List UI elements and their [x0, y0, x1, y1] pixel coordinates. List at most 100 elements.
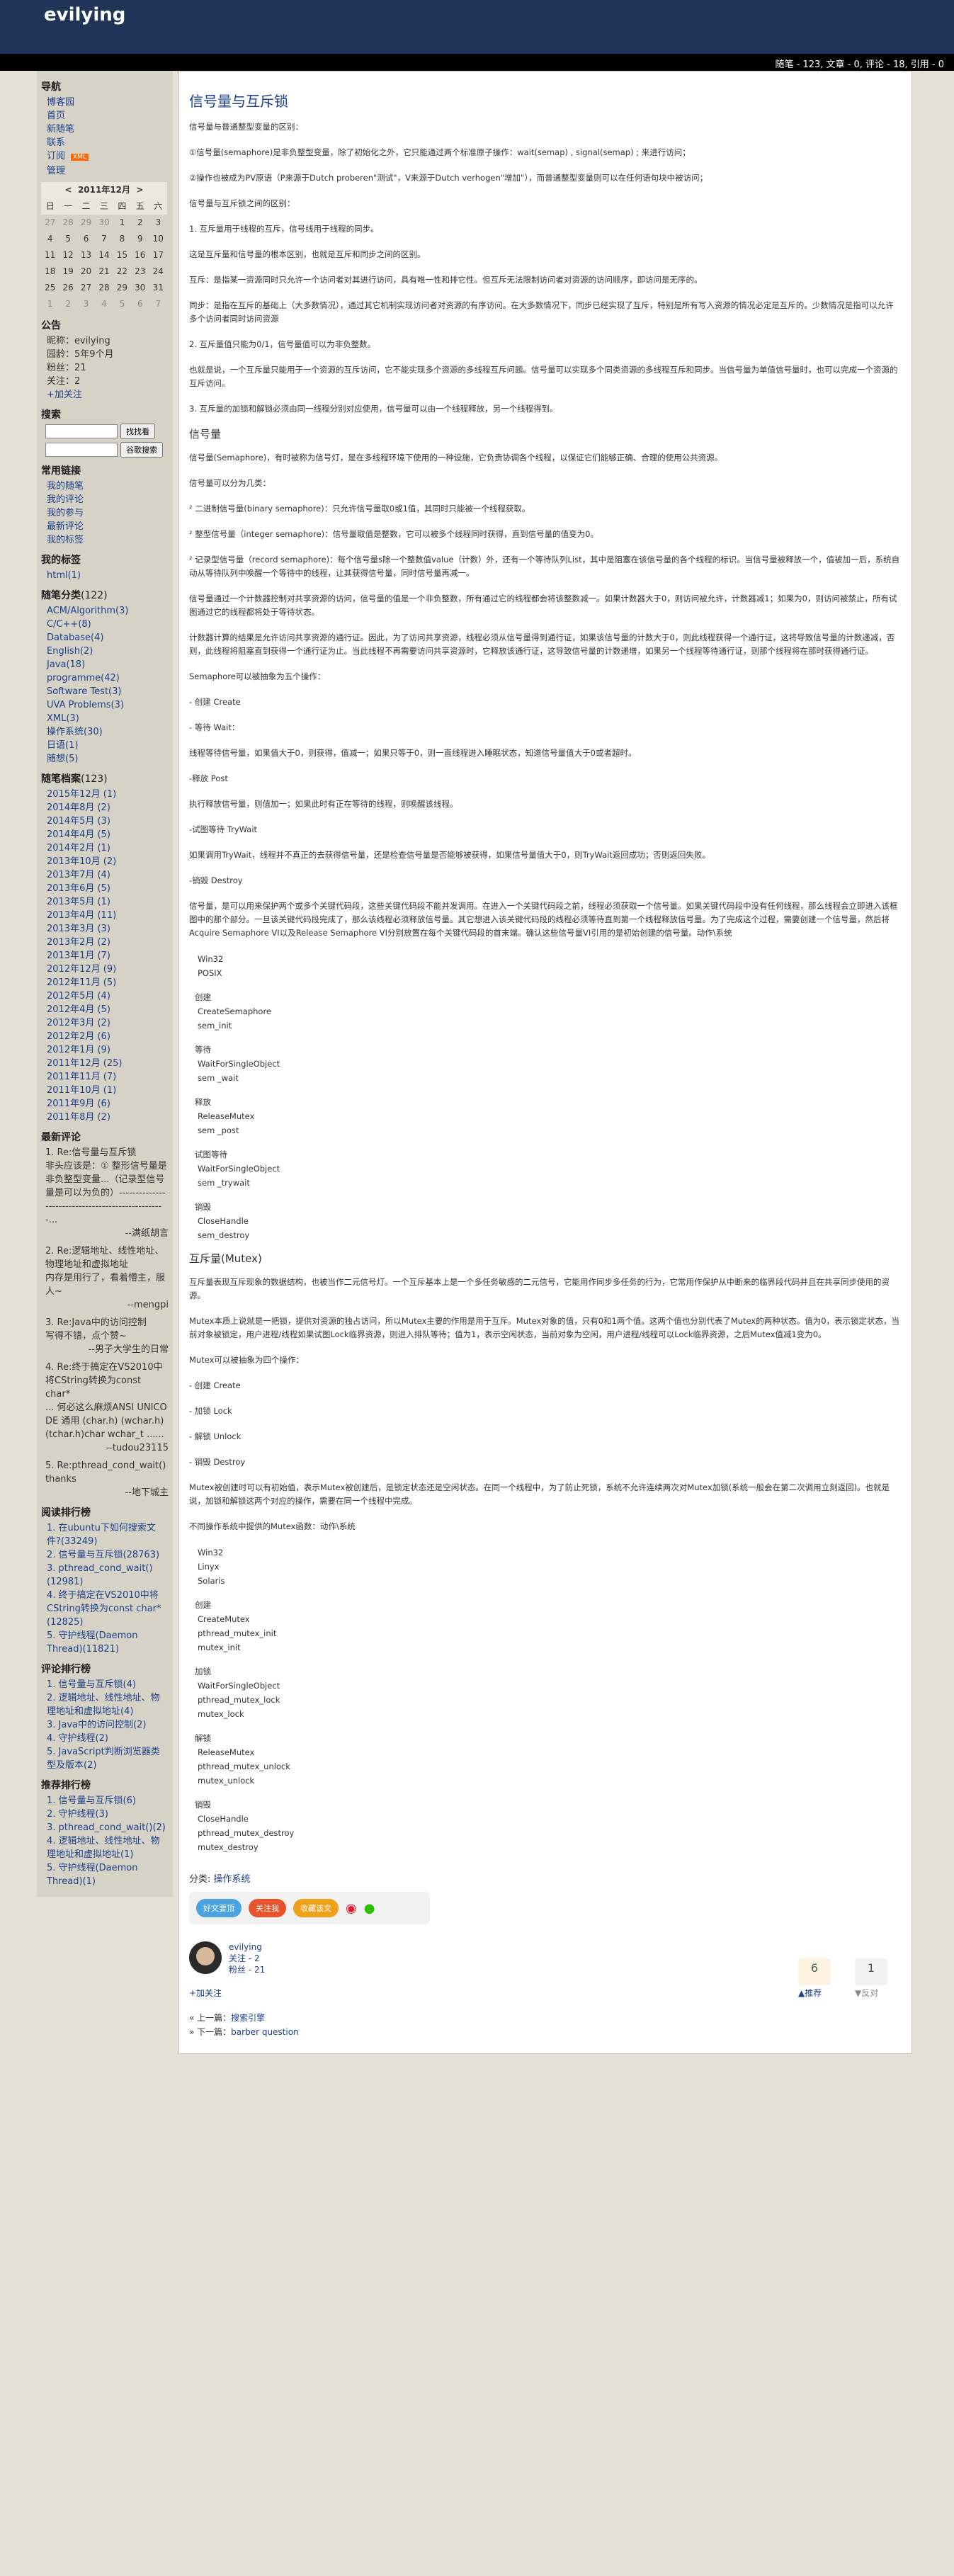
nav-item-link[interactable]: 管理 [47, 166, 65, 176]
comment-rank-item-link[interactable]: 2. 逻辑地址、线性地址、物理地址和虚拟地址(4) [47, 1693, 160, 1717]
calendar-day[interactable]: 14 [95, 247, 113, 263]
calendar-day[interactable]: 16 [131, 247, 149, 263]
archive-item-link[interactable]: 2013年4月 (11) [47, 910, 116, 921]
recent-comment-title[interactable]: 1. Re:信号量与互斥锁 [45, 1146, 169, 1159]
calendar-day[interactable]: 9 [131, 231, 149, 247]
archive-item-link[interactable]: 2013年1月 (7) [47, 951, 110, 961]
calendar-day[interactable]: 21 [95, 263, 113, 280]
announce-line[interactable]: +加关注 [47, 388, 169, 402]
archive-item-link[interactable]: 2014年2月 (1) [47, 843, 110, 853]
calendar-next[interactable]: > [136, 185, 143, 195]
archive-item-link[interactable]: 2013年6月 (5) [47, 883, 110, 894]
post-title[interactable]: 信号量与互斥锁 [189, 90, 902, 110]
weibo-icon[interactable]: ◉ [346, 1901, 357, 1916]
recommend-rank-item-link[interactable]: 3. pthread_cond_wait()(2) [47, 1822, 166, 1833]
calendar-day[interactable]: 22 [113, 263, 131, 280]
category-item-link[interactable]: 操作系统(30) [47, 727, 103, 737]
common-link-link[interactable]: 我的参与 [47, 508, 84, 518]
archive-item-link[interactable]: 2013年10月 (2) [47, 856, 116, 867]
calendar-prev[interactable]: < [65, 185, 72, 195]
category-item-link[interactable]: C/C++(8) [47, 619, 91, 630]
category-item-link[interactable]: English(2) [47, 646, 93, 657]
archive-item-link[interactable]: 2012年12月 (9) [47, 964, 116, 975]
calendar-day[interactable]: 26 [59, 280, 76, 296]
author-avatar[interactable] [189, 1941, 222, 1974]
calendar-day[interactable]: 25 [41, 280, 59, 296]
recommend-rank-item-link[interactable]: 1. 信号量与互斥锁(6) [47, 1795, 136, 1806]
common-link-link[interactable]: 我的标签 [47, 535, 84, 545]
category-item-link[interactable]: 随想(5) [47, 754, 78, 764]
comment-rank-item-link[interactable]: 3. Java中的访问控制(2) [47, 1720, 146, 1730]
archive-item-link[interactable]: 2015年12月 (1) [47, 789, 116, 800]
common-link-link[interactable]: 最新评论 [47, 521, 84, 532]
calendar-day[interactable]: 10 [149, 231, 167, 247]
common-link-link[interactable]: 我的评论 [47, 494, 84, 505]
calendar-day[interactable]: 31 [149, 280, 167, 296]
calendar-day[interactable]: 4 [41, 231, 59, 247]
recommend-box[interactable]: 6 [798, 1958, 831, 1985]
archive-item-link[interactable]: 2011年10月 (1) [47, 1085, 116, 1096]
read-rank-item-link[interactable]: 2. 信号量与互斥锁(28763) [47, 1550, 159, 1560]
digg-button[interactable]: 好文要顶 [196, 1899, 242, 1917]
archive-item-link[interactable]: 2014年5月 (3) [47, 816, 110, 827]
recommend-label[interactable]: ▲推荐 [798, 1987, 822, 1999]
nav-item-link[interactable]: 订阅 [47, 151, 65, 161]
favorite-button[interactable]: 收藏该文 [293, 1899, 339, 1917]
calendar-day[interactable]: 28 [95, 280, 113, 296]
calendar-day[interactable]: 24 [149, 263, 167, 280]
author-fans[interactable]: 粉丝 - 21 [229, 1965, 265, 1975]
search-input[interactable] [45, 424, 118, 438]
search-button[interactable]: 找找看 [120, 424, 156, 439]
archive-item-link[interactable]: 2012年3月 (2) [47, 1018, 110, 1028]
comment-rank-item-link[interactable]: 4. 守护线程(2) [47, 1733, 108, 1744]
calendar-day[interactable]: 29 [113, 280, 131, 296]
recent-comment-title[interactable]: 5. Re:pthread_cond_wait() [45, 1459, 169, 1473]
calendar-day[interactable]: 3 [149, 215, 167, 231]
calendar-day[interactable]: 6 [77, 231, 95, 247]
calendar-day[interactable]: 23 [131, 263, 149, 280]
oppose-box[interactable]: 1 [855, 1958, 887, 1985]
archive-item-link[interactable]: 2011年12月 (25) [47, 1058, 122, 1069]
archive-item-link[interactable]: 2012年5月 (4) [47, 991, 110, 1002]
category-item-link[interactable]: Database(4) [47, 632, 103, 643]
archive-item-link[interactable]: 2012年2月 (6) [47, 1031, 110, 1042]
archive-item-link[interactable]: 2011年8月 (2) [47, 1112, 110, 1123]
read-rank-item-link[interactable]: 4. 终于搞定在VS2010中将CString转换为const char*(12… [47, 1590, 161, 1628]
category-link[interactable]: 操作系统 [214, 1874, 251, 1885]
archive-item-link[interactable]: 2014年8月 (2) [47, 802, 110, 813]
calendar-day[interactable]: 8 [113, 231, 131, 247]
recommend-rank-item-link[interactable]: 5. 守护线程(Daemon Thread)(1) [47, 1863, 137, 1887]
archive-item-link[interactable]: 2012年11月 (5) [47, 977, 116, 988]
calendar-day[interactable]: 27 [77, 280, 95, 296]
follow-link[interactable]: +加关注 [189, 1988, 222, 1998]
calendar-day[interactable]: 1 [113, 215, 131, 231]
calendar-day[interactable]: 11 [41, 247, 59, 263]
read-rank-item-link[interactable]: 3. pthread_cond_wait()(12981) [47, 1563, 152, 1587]
calendar-day[interactable]: 5 [59, 231, 76, 247]
author-follow[interactable]: 关注 - 2 [229, 1953, 260, 1963]
archive-item-link[interactable]: 2011年9月 (6) [47, 1099, 110, 1109]
recommend-rank-item-link[interactable]: 2. 守护线程(3) [47, 1809, 108, 1820]
tag-link[interactable]: html(1) [47, 570, 81, 581]
google-search-button[interactable]: 谷歌搜索 [120, 442, 164, 458]
calendar-day[interactable]: 7 [95, 231, 113, 247]
archive-item-link[interactable]: 2012年4月 (5) [47, 1004, 110, 1015]
archive-item-link[interactable]: 2014年4月 (5) [47, 829, 110, 840]
common-link-link[interactable]: 我的随笔 [47, 481, 84, 492]
wechat-icon[interactable]: ● [364, 1901, 375, 1916]
calendar-day[interactable]: 12 [59, 247, 76, 263]
recommend-rank-item-link[interactable]: 4. 逻辑地址、线性地址、物理地址和虚拟地址(1) [47, 1836, 160, 1860]
google-search-input[interactable] [45, 442, 118, 457]
blog-title[interactable]: evilying [44, 4, 125, 25]
archive-item-link[interactable]: 2013年5月 (1) [47, 897, 110, 907]
nav-item-link[interactable]: 首页 [47, 110, 65, 121]
calendar-day[interactable]: 2 [131, 215, 149, 231]
calendar-day[interactable]: 17 [149, 247, 167, 263]
category-item-link[interactable]: UVA Problems(3) [47, 700, 124, 710]
read-rank-item-link[interactable]: 5. 守护线程(Daemon Thread)(11821) [47, 1630, 137, 1655]
category-item-link[interactable]: ACM/Algorithm(3) [47, 606, 128, 616]
recent-comment-title[interactable]: 2. Re:逻辑地址、线性地址、物理地址和虚拟地址 [45, 1244, 169, 1271]
calendar-day[interactable]: 30 [131, 280, 149, 296]
follow-button[interactable]: 关注我 [249, 1899, 286, 1917]
category-item-link[interactable]: Software Test(3) [47, 686, 121, 697]
